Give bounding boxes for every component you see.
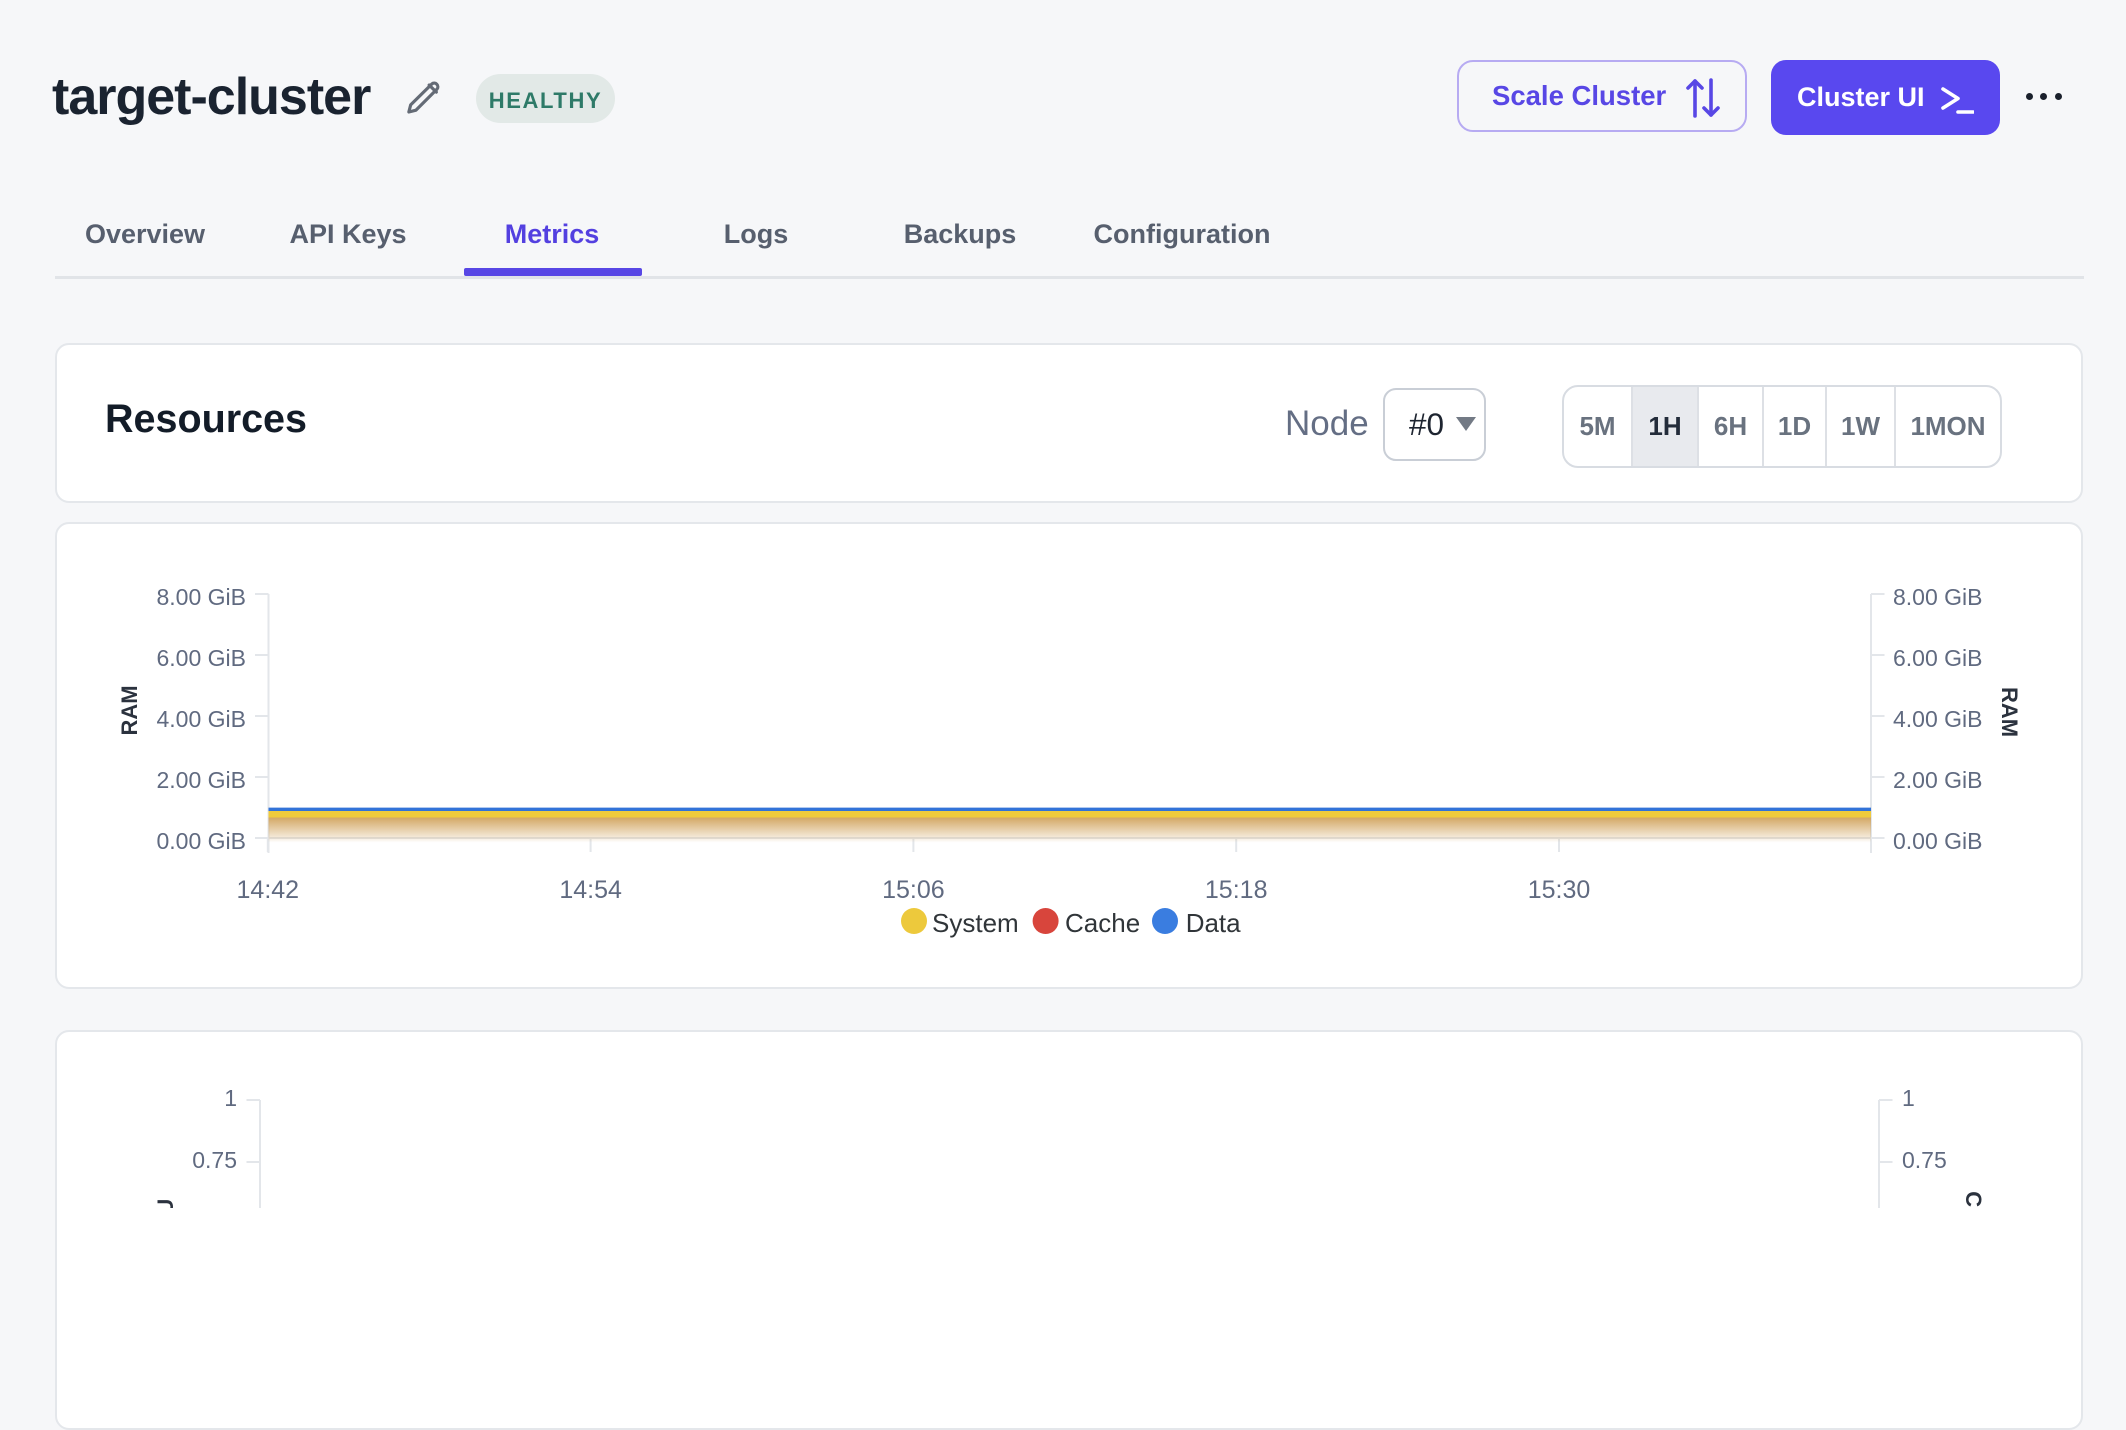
svg-text:2.00 GiB: 2.00 GiB	[1893, 767, 1983, 793]
svg-text:2.00 GiB: 2.00 GiB	[157, 767, 247, 793]
svg-text:8.00 GiB: 8.00 GiB	[1893, 584, 1983, 610]
svg-text:0.00 GiB: 0.00 GiB	[157, 828, 247, 854]
svg-text:0.00 GiB: 0.00 GiB	[1893, 828, 1983, 854]
svg-text:0.75: 0.75	[1902, 1147, 1947, 1173]
svg-text:Cache: Cache	[1065, 908, 1140, 938]
svg-text:Data: Data	[1186, 908, 1241, 938]
svg-text:RAM: RAM	[1997, 687, 2022, 737]
svg-text:0.75: 0.75	[192, 1147, 237, 1173]
svg-text:14:42: 14:42	[237, 876, 300, 904]
svg-text:System: System	[932, 908, 1019, 938]
svg-text:4.00 GiB: 4.00 GiB	[157, 706, 247, 732]
svg-text:8.00 GiB: 8.00 GiB	[157, 584, 247, 610]
svg-text:6.00 GiB: 6.00 GiB	[1893, 645, 1983, 671]
svg-text:15:30: 15:30	[1528, 876, 1591, 904]
svg-text:15:18: 15:18	[1205, 876, 1268, 904]
svg-text:6.00 GiB: 6.00 GiB	[157, 645, 247, 671]
svg-text:14:54: 14:54	[559, 876, 622, 904]
svg-text:CPU: CPU	[153, 1199, 178, 1208]
svg-text:1: 1	[1902, 1085, 1915, 1111]
svg-text:RAM: RAM	[117, 685, 142, 735]
svg-text:1: 1	[224, 1085, 237, 1111]
svg-text:4.00 GiB: 4.00 GiB	[1893, 706, 1983, 732]
svg-text:15:06: 15:06	[882, 876, 945, 904]
svg-text:CPU: CPU	[1961, 1191, 1986, 1208]
